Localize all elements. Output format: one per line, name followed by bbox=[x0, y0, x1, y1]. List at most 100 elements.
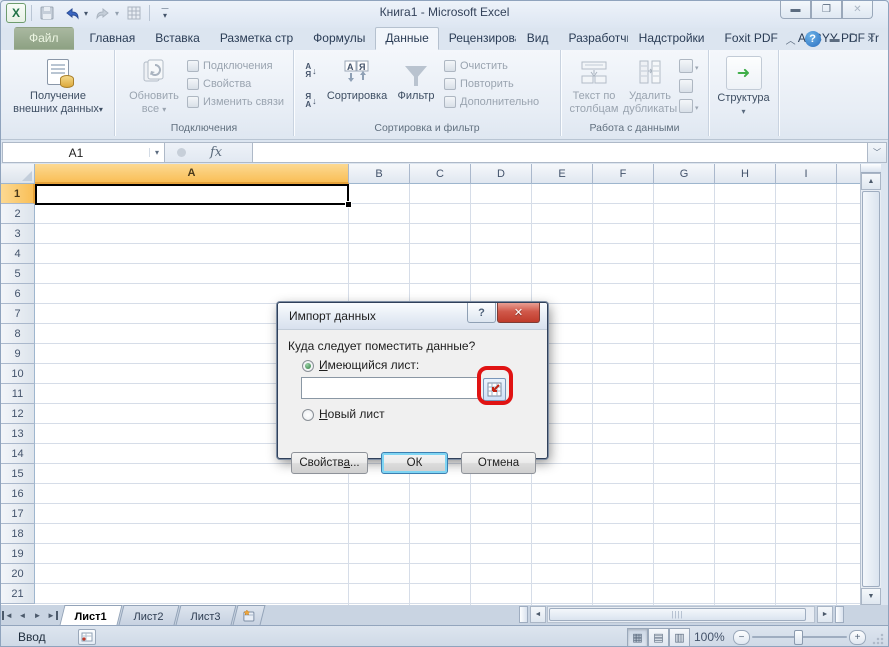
cancel-button[interactable]: Отмена bbox=[461, 452, 536, 474]
scrollbar-thumb[interactable] bbox=[862, 191, 880, 587]
split-handle[interactable] bbox=[519, 606, 528, 623]
minimize-window-icon[interactable]: ▬ bbox=[780, 0, 811, 19]
column-header[interactable]: F bbox=[593, 164, 654, 184]
restore-window-icon[interactable]: ❐ bbox=[811, 0, 842, 19]
minimize-workbook-icon[interactable]: ▬ bbox=[830, 34, 840, 45]
row-header[interactable]: 16 bbox=[1, 484, 35, 504]
row-header[interactable]: 5 bbox=[1, 264, 35, 284]
row-header[interactable]: 6 bbox=[1, 284, 35, 304]
ribbon-tab[interactable]: Формулы bbox=[303, 27, 375, 50]
zoom-level[interactable]: 100% bbox=[694, 630, 725, 644]
ribbon-tab[interactable]: Foxit PDF bbox=[715, 27, 788, 50]
grid-cells[interactable] bbox=[35, 244, 860, 264]
column-header[interactable]: I bbox=[776, 164, 837, 184]
first-sheet-icon[interactable]: ◄ bbox=[0, 605, 15, 625]
ribbon-tab[interactable]: Данные bbox=[375, 27, 438, 50]
grid-cells[interactable] bbox=[35, 284, 860, 304]
grid-cells[interactable] bbox=[35, 204, 860, 224]
row-header[interactable]: 17 bbox=[1, 504, 35, 524]
vertical-scrollbar[interactable]: ▲ ▼ bbox=[860, 164, 881, 605]
last-sheet-icon[interactable]: ► bbox=[45, 605, 60, 625]
name-box-dropdown-icon[interactable]: ▾ bbox=[149, 148, 164, 157]
row-header[interactable]: 7 bbox=[1, 304, 35, 324]
row-header[interactable]: 13 bbox=[1, 424, 35, 444]
fill-handle[interactable] bbox=[345, 201, 352, 208]
page-layout-view-icon[interactable]: ▤ bbox=[648, 628, 669, 647]
grid-cells[interactable] bbox=[35, 584, 860, 604]
grid-cells[interactable] bbox=[35, 524, 860, 544]
ribbon-tab[interactable]: Рецензирование bbox=[439, 27, 517, 50]
get-external-data-button[interactable]: Получение внешних данных bbox=[2, 56, 114, 116]
grid-cells[interactable] bbox=[35, 484, 860, 504]
restore-workbook-icon[interactable]: ❐ bbox=[849, 34, 858, 45]
scroll-down-icon[interactable]: ▼ bbox=[861, 588, 881, 605]
radio-existing-sheet[interactable] bbox=[302, 360, 314, 372]
ok-button[interactable]: ОК bbox=[381, 452, 448, 474]
column-header[interactable]: B bbox=[349, 164, 410, 184]
normal-view-icon[interactable]: ▦ bbox=[627, 628, 648, 647]
ribbon-tab[interactable]: Главная bbox=[80, 27, 146, 50]
sort-descending-icon[interactable]: ЯА↓ bbox=[298, 87, 324, 114]
row-header[interactable]: 2 bbox=[1, 204, 35, 224]
grid-cells[interactable] bbox=[35, 564, 860, 584]
row-header[interactable]: 21 bbox=[1, 584, 35, 604]
cell-selection-A1[interactable] bbox=[35, 184, 349, 205]
row-header[interactable]: 3 bbox=[1, 224, 35, 244]
outline-button[interactable]: ➜ Структура bbox=[709, 56, 778, 118]
sheet-tab[interactable]: Лист2 bbox=[119, 605, 180, 625]
help-icon[interactable]: ? bbox=[805, 31, 821, 47]
ribbon-tab[interactable]: Разметка стр bbox=[210, 27, 303, 50]
next-sheet-icon[interactable]: ► bbox=[30, 605, 45, 625]
horizontal-scrollbar[interactable]: |||| bbox=[547, 606, 815, 623]
previous-sheet-icon[interactable]: ◄ bbox=[15, 605, 30, 625]
column-header[interactable]: D bbox=[471, 164, 532, 184]
zoom-slider-thumb[interactable] bbox=[794, 630, 803, 645]
column-header[interactable]: G bbox=[654, 164, 715, 184]
row-header[interactable]: 8 bbox=[1, 324, 35, 344]
select-all-corner[interactable] bbox=[1, 164, 35, 184]
radio-new-sheet-label[interactable]: Новый лист bbox=[319, 407, 385, 421]
column-header[interactable]: A bbox=[35, 164, 349, 184]
range-input[interactable] bbox=[301, 377, 480, 399]
ribbon-tab[interactable]: Файл bbox=[14, 27, 74, 50]
row-header[interactable]: 15 bbox=[1, 464, 35, 484]
column-header[interactable]: H bbox=[715, 164, 776, 184]
ribbon-tab[interactable]: Вид bbox=[517, 27, 559, 50]
dialog-title-bar[interactable]: Импорт данных ? ✕ bbox=[278, 303, 547, 330]
resize-grip[interactable] bbox=[872, 632, 885, 645]
scrollbar-thumb[interactable]: |||| bbox=[549, 608, 806, 621]
close-workbook-icon[interactable]: ✕ bbox=[867, 34, 875, 45]
formula-input[interactable] bbox=[253, 142, 868, 163]
insert-worksheet-icon[interactable] bbox=[233, 605, 266, 625]
ribbon-tab[interactable]: Надстройки bbox=[629, 27, 715, 50]
row-header[interactable]: 12 bbox=[1, 404, 35, 424]
dialog-help-button[interactable]: ? bbox=[467, 303, 496, 323]
column-header[interactable]: E bbox=[532, 164, 593, 184]
row-header[interactable]: 1 bbox=[1, 184, 35, 204]
row-header[interactable]: 9 bbox=[1, 344, 35, 364]
split-handle[interactable] bbox=[835, 606, 844, 623]
grid-cells[interactable] bbox=[35, 264, 860, 284]
name-box[interactable]: A1 ▾ bbox=[2, 142, 165, 163]
expand-formula-bar-icon[interactable]: ﹀ bbox=[868, 142, 887, 163]
row-header[interactable]: 11 bbox=[1, 384, 35, 404]
row-header[interactable]: 14 bbox=[1, 444, 35, 464]
grid-cells[interactable] bbox=[35, 224, 860, 244]
filter-button[interactable]: Фильтр bbox=[392, 56, 440, 103]
grid-cells[interactable] bbox=[35, 544, 860, 564]
close-window-icon[interactable]: ✕ bbox=[842, 0, 873, 19]
scroll-right-icon[interactable]: ► bbox=[817, 606, 833, 623]
dialog-close-button[interactable]: ✕ bbox=[497, 303, 540, 323]
zoom-in-icon[interactable]: + bbox=[849, 630, 866, 645]
radio-new-sheet[interactable] bbox=[302, 409, 314, 421]
properties-button[interactable]: Свойства... bbox=[291, 452, 368, 474]
row-header[interactable]: 20 bbox=[1, 564, 35, 584]
row-header[interactable]: 4 bbox=[1, 244, 35, 264]
sort-button[interactable]: АЯ Сортировка bbox=[326, 56, 388, 103]
row-header[interactable]: 19 bbox=[1, 544, 35, 564]
ribbon-tab[interactable]: Вставка bbox=[145, 27, 210, 50]
insert-function-icon[interactable]: fx bbox=[210, 145, 222, 160]
split-handle[interactable] bbox=[861, 164, 881, 173]
macro-record-icon[interactable] bbox=[78, 629, 96, 645]
row-header[interactable]: 18 bbox=[1, 524, 35, 544]
